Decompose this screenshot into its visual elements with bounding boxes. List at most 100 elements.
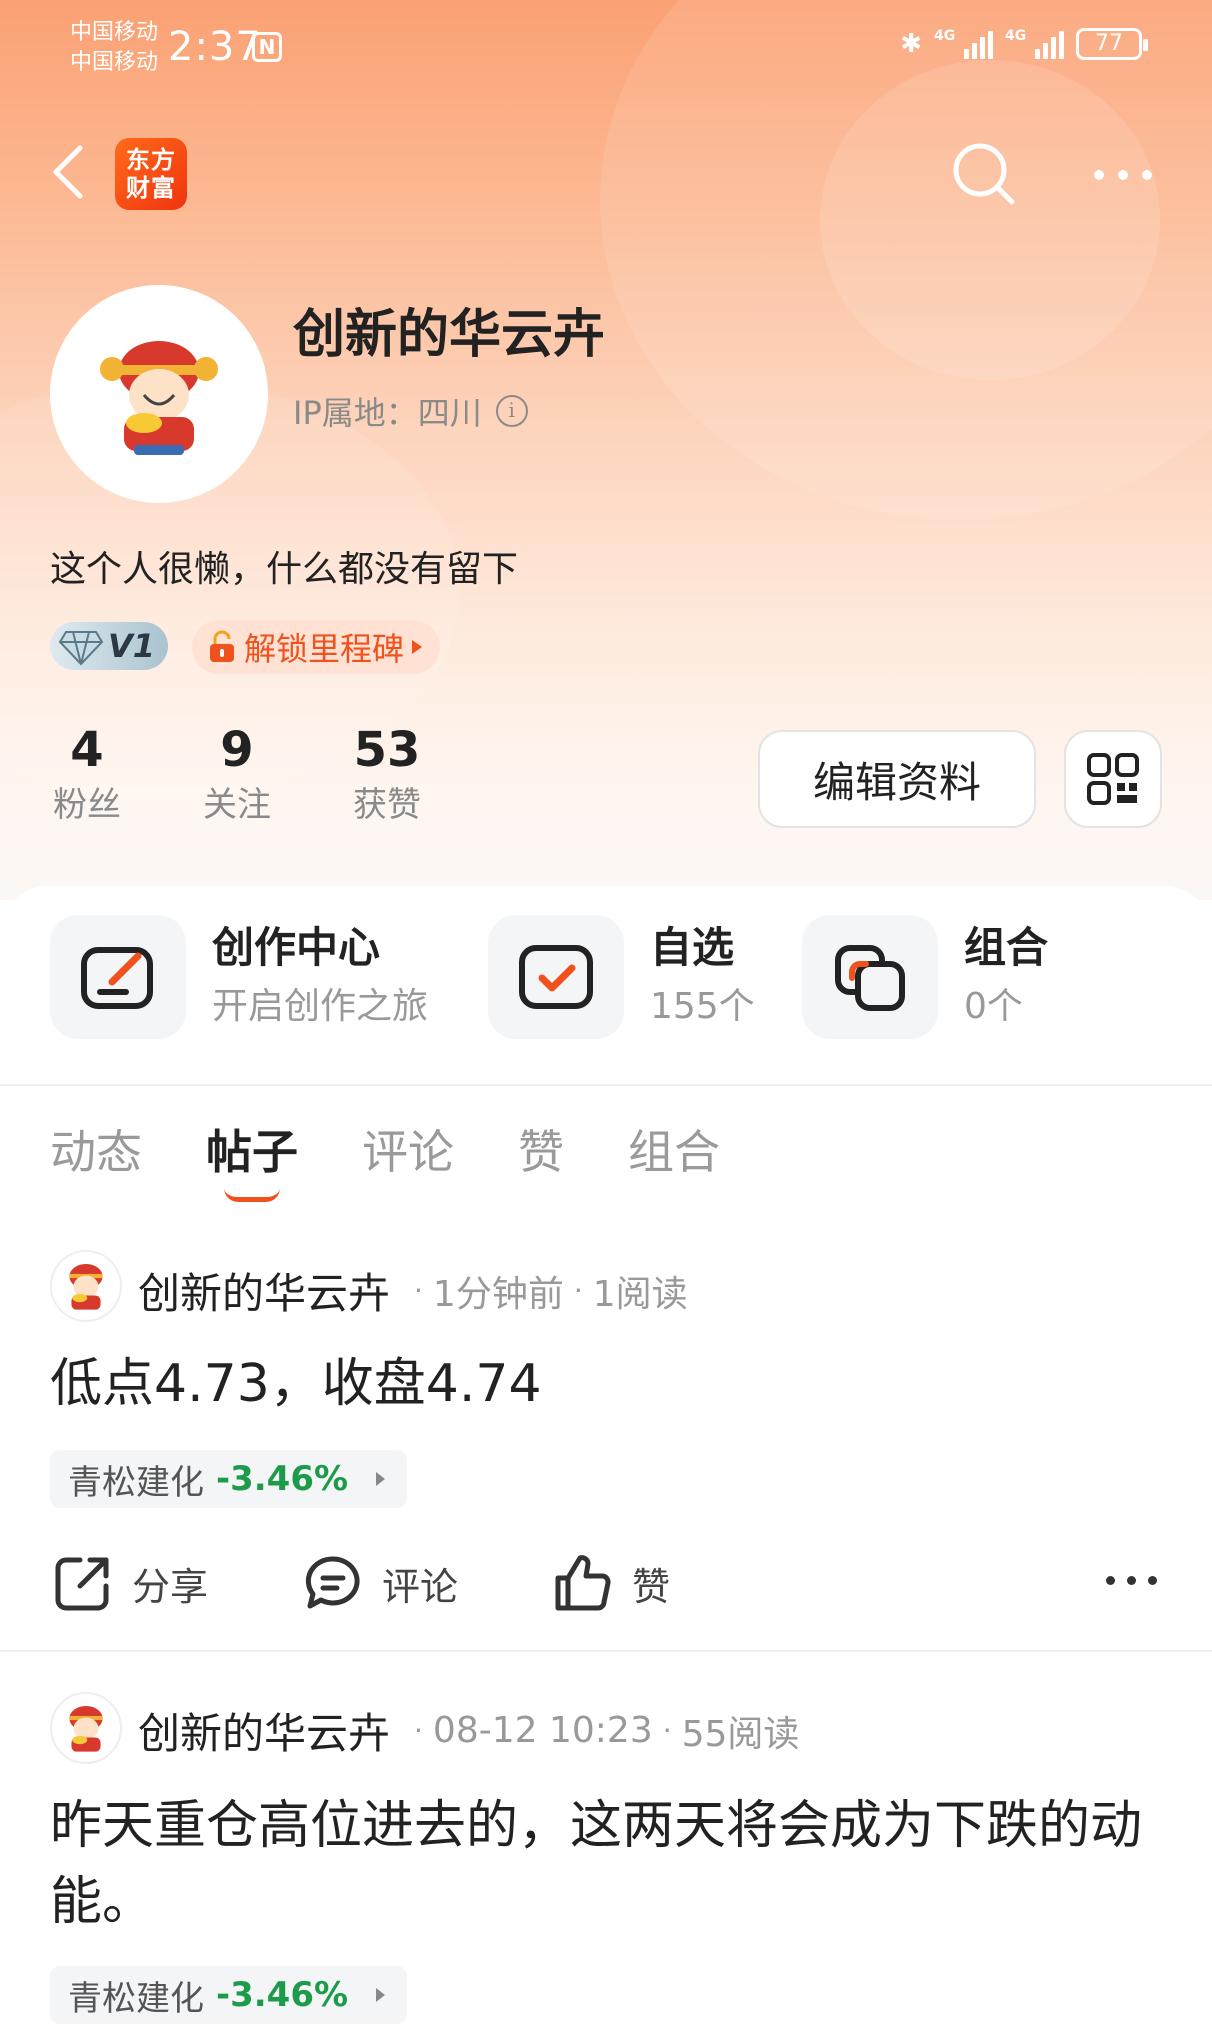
search-button[interactable] [948,138,1020,210]
edit-document-icon [81,947,153,1009]
share-icon [55,1557,109,1611]
arrow-right-icon [412,640,423,654]
nfc-icon: N [252,32,282,62]
level-badge[interactable]: V1 [50,622,168,670]
signal-icon: 4G [934,29,993,59]
stat-following[interactable]: 9 关注 [198,722,276,828]
post-content[interactable]: 低点4.73，收盘4.74 [50,1346,1170,1422]
post-content[interactable]: 昨天重仓高位进去的，这两天将会成为下跌的动能。 [50,1788,1170,1940]
milestone-label: 解锁里程碑 [244,630,405,668]
shortcut-subtitle: 开启创作之旅 [212,986,429,1027]
profile-username: 创新的华云卉 [293,305,606,365]
shortcut-portfolio[interactable]: 组合 0个 [802,915,1048,1039]
stat-number: 9 [220,722,254,778]
ip-location: IP属地：四川 i [293,388,528,434]
stock-tag[interactable]: 青松建化 -3.46% [50,1966,408,2024]
stat-label: 获赞 [353,785,421,825]
post-read-count: 1阅读 [592,1273,688,1315]
tab-posts[interactable]: 帖子 [206,1116,298,1182]
edit-profile-button[interactable]: 编辑资料 [758,730,1036,828]
profile-bio: 这个人很懒，什么都没有留下 [50,549,519,590]
carrier-2: 中国移动 [70,50,159,75]
signal-icon: 4G [1005,29,1064,59]
shortcut-title: 组合 [964,923,1049,972]
post-author[interactable]: 创新的华云卉 [138,1700,390,1761]
arrow-right-icon [376,1988,386,2002]
app-logo: 东方 财富 [115,138,187,210]
shortcut-title: 自选 [650,923,735,972]
tab-activity[interactable]: 动态 [50,1116,142,1182]
post-author[interactable]: 创新的华云卉 [138,1260,390,1321]
post-author-avatar[interactable] [50,1250,122,1322]
status-time: 2:37 [168,24,262,70]
active-tab-indicator [224,1188,280,1202]
shortcut-creation-center[interactable]: 创作中心 开启创作之旅 [50,915,428,1039]
search-icon [953,143,1015,205]
info-icon[interactable]: i [495,395,528,427]
decorative-circle [820,60,1160,380]
shortcut-icon-box [802,915,938,1039]
post-meta: 创新的华云卉 · 08-12 10:23 · 55阅读 [138,1700,799,1761]
bluetooth-icon: ✱ [900,29,922,59]
stock-change: -3.46% [216,1975,349,2015]
stock-name: 青松建化 [68,1462,204,1503]
comment-icon [305,1556,360,1609]
tab-portfolio[interactable]: 组合 [628,1116,720,1182]
fortune-god-avatar-icon [69,1705,103,1752]
shortcut-icon-box [488,915,624,1039]
network-type-2: 4G [1005,28,1027,44]
stat-likes[interactable]: 53 获赞 [348,722,426,828]
carrier-1: 中国移动 [70,20,159,45]
tab-likes[interactable]: 赞 [518,1116,564,1182]
stock-tag[interactable]: 青松建化 -3.46% [50,1450,408,1508]
status-icons: ✱ 4G 4G 77 [900,28,1148,60]
stat-fans[interactable]: 4 粉丝 [50,722,124,828]
share-button[interactable]: 分享 [54,1554,208,1612]
stock-name: 青松建化 [68,1978,204,2019]
post-time: 1分钟前 [432,1273,564,1315]
shortcut-icon-box [50,915,186,1039]
more-icon [1106,1576,1115,1585]
post-divider [0,1650,1212,1652]
stat-number: 53 [353,722,421,778]
shortcut-title: 创作中心 [212,923,381,972]
comment-label: 评论 [382,1564,459,1609]
thumbs-up-icon [555,1555,611,1611]
qr-code-button[interactable] [1064,730,1162,828]
fortune-god-avatar-icon [100,341,218,455]
tab-comments[interactable]: 评论 [362,1116,454,1182]
network-type-1: 4G [934,28,956,44]
stock-change: -3.46% [216,1459,349,1499]
fortune-god-avatar-icon [69,1263,103,1310]
shortcut-watchlist[interactable]: 自选 155个 [488,915,755,1039]
more-options-button[interactable] [1088,150,1158,200]
overlapping-squares-icon [835,945,905,1011]
carrier-labels: 中国移动 中国移动 [70,18,158,78]
logo-line-2: 财富 [126,174,176,202]
back-button[interactable] [48,142,98,202]
stat-label: 粉丝 [53,785,121,825]
post-meta: 创新的华云卉 · 1分钟前 · 1阅读 [138,1260,688,1321]
more-icon [1094,170,1104,180]
stat-label: 关注 [203,785,271,825]
profile-avatar[interactable] [50,285,268,503]
post-read-count: 55阅读 [681,1713,800,1755]
post-author-avatar[interactable] [50,1692,122,1764]
post-time: 08-12 10:23 [432,1710,653,1751]
battery-icon: 77 [1076,28,1148,60]
stat-number: 4 [70,722,104,778]
shortcut-subtitle: 155个 [650,986,755,1027]
diamond-icon [58,631,104,666]
arrow-right-icon [376,1472,386,1486]
status-bar: 中国移动 中国移动 2:37 N ✱ 4G 4G 77 [0,0,1212,100]
unlock-milestone-button[interactable]: 解锁里程碑 [192,620,441,674]
qr-code-icon [1087,753,1139,805]
comment-button[interactable]: 评论 [304,1554,458,1612]
lock-icon [210,630,234,662]
shortcut-subtitle: 0个 [964,986,1023,1027]
post-more-button[interactable] [1106,1576,1157,1585]
share-label: 分享 [132,1564,209,1609]
logo-line-1: 东方 [126,146,176,174]
section-divider [0,1084,1212,1086]
like-button[interactable]: 赞 [554,1554,670,1612]
